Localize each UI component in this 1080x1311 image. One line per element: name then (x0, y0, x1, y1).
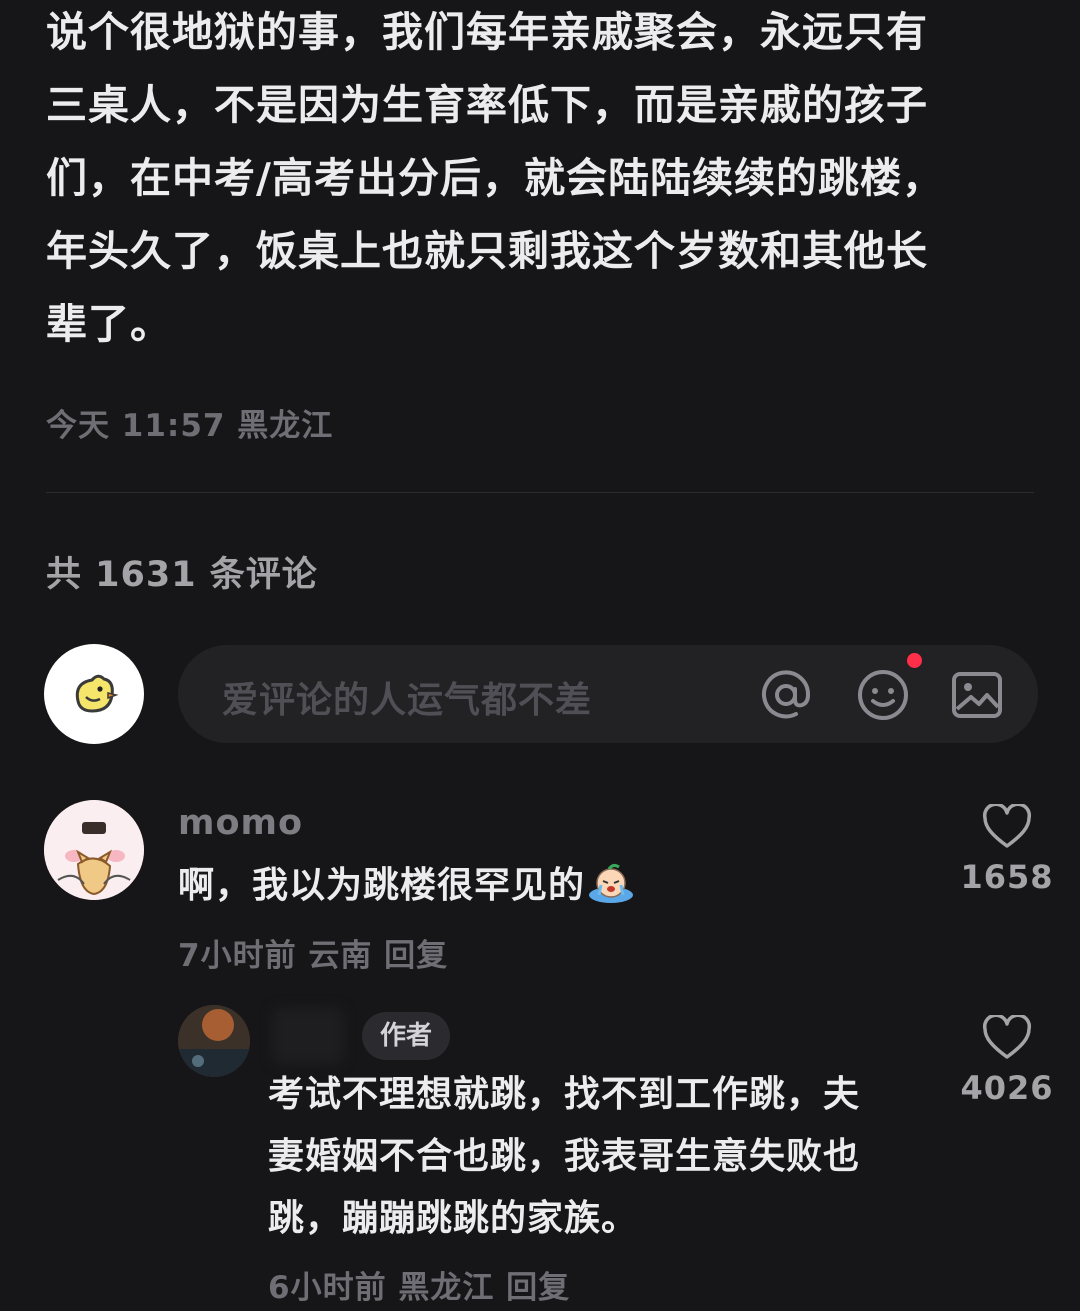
avatar-chick-icon (75, 674, 119, 713)
emoji-icon[interactable] (855, 667, 911, 723)
crying-emoji-icon (589, 863, 634, 903)
post-body-text: 说个很地狱的事，我们每年亲戚聚会，永远只有 三桌人，不是因为生育率低下，而是亲戚… (46, 8, 944, 348)
heart-icon (982, 1013, 1032, 1059)
comment-input-placeholder: 爱评论的人运气都不差 (222, 680, 593, 721)
divider (46, 492, 1034, 493)
comment-text-content: 啊，我以为跳楼很罕见的 (178, 865, 586, 906)
heart-icon (982, 802, 1032, 848)
reply-like-count: 4026 (960, 1069, 1054, 1107)
post-meta: 今天 11:57 黑龙江 (46, 408, 334, 444)
author-avatar[interactable] (178, 1005, 250, 1077)
notification-dot (907, 653, 922, 668)
comment-input[interactable]: 爱评论的人运气都不差 (178, 645, 1038, 743)
author-photo-icon (178, 1005, 250, 1077)
current-user-avatar[interactable] (44, 644, 144, 744)
reply-text: 考试不理想就跳，找不到工作跳，夫 妻婚姻不合也跳，我表哥生意失败也 跳，蹦蹦跳跳… (268, 1074, 861, 1239)
like-count: 1658 (960, 858, 1054, 896)
commenter-avatar[interactable] (44, 800, 144, 900)
image-icon[interactable] (949, 667, 1005, 723)
comment-meta[interactable]: 7小时前 云南 回复 (178, 930, 448, 975)
commenter-name[interactable]: momo (178, 803, 303, 843)
at-icon[interactable] (758, 667, 814, 723)
author-name-blurred (272, 1008, 344, 1064)
comment-text: 啊，我以为跳楼很罕见的 (178, 855, 635, 917)
reply-like-button[interactable]: 4026 (952, 1013, 1062, 1107)
reply-meta[interactable]: 6小时前 黑龙江 回复 (268, 1262, 570, 1307)
like-button[interactable]: 1658 (952, 802, 1062, 896)
cat-avatar-icon (44, 800, 144, 900)
author-badge: 作者 (362, 1012, 451, 1060)
comment-count: 共 1631 条评论 (46, 555, 318, 595)
